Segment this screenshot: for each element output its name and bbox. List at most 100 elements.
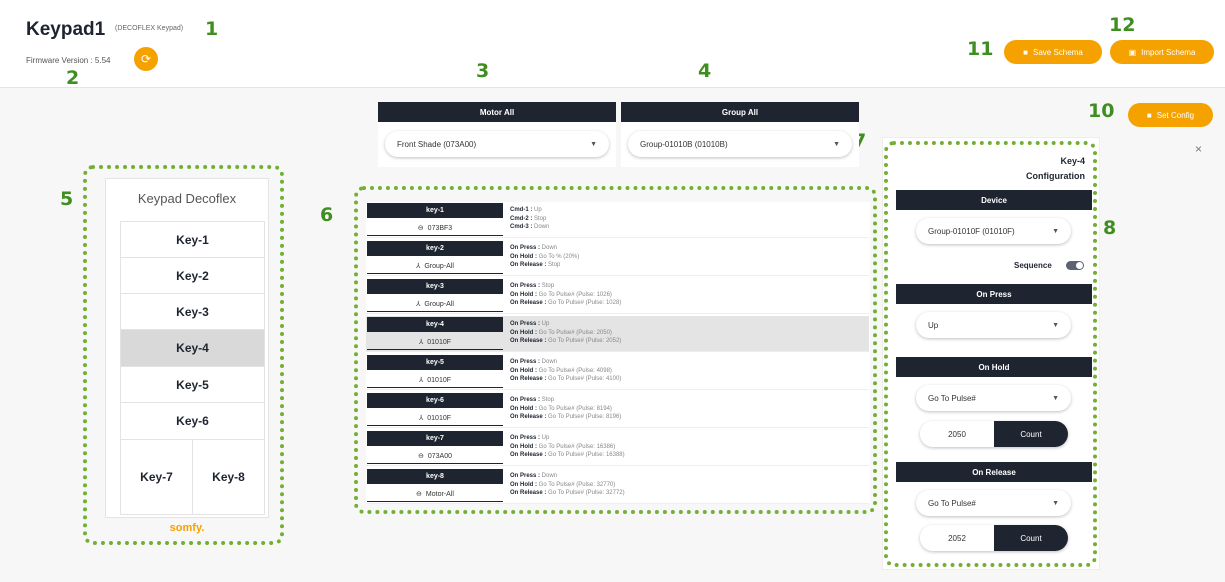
save-schema-button[interactable]: ■ Save Schema	[1004, 40, 1102, 64]
key-row[interactable]: key-5 ⅄ 01010F On Press : Down On Hold : Go …	[366, 354, 869, 390]
key-row[interactable]: key-8 ⊖ Motor-All On Press : Down On Hold : …	[366, 468, 869, 504]
keypad-key-7[interactable]: Key-7	[120, 439, 193, 515]
key-row[interactable]: key-7 ⊖ 073A00 On Press : Up On Hold : Go To…	[366, 430, 869, 466]
chevron-down-icon: ▼	[1052, 499, 1059, 507]
keypad-key-2[interactable]: Key-2	[120, 257, 265, 294]
key-row-line: On Press : Down	[510, 359, 558, 365]
on-hold-select[interactable]: Go To Pulse# ▼	[916, 385, 1071, 411]
key-row-target: ⅄ 01010F	[367, 373, 503, 388]
key-row[interactable]: key-3 ⅄ Group-All On Press : Stop On Hold : …	[366, 278, 869, 314]
key-row-line: On Press : Down	[510, 245, 558, 251]
device-select[interactable]: Group-01010F (01010F) ▼	[916, 218, 1071, 244]
key-row-details: On Press : Up On Hold : Go To Pulse# (Pul…	[510, 434, 625, 460]
on-release-count: 2052 Count	[920, 525, 1068, 551]
group-icon: ⅄	[418, 377, 424, 384]
key-row-details: On Press : Down On Hold : Go To % (20%) On…	[510, 244, 579, 270]
annotation-11: 11	[967, 38, 994, 60]
group-icon: ⅄	[418, 415, 424, 422]
on-release-count-input[interactable]: 2052	[920, 525, 994, 551]
refresh-icon: ⟳	[140, 52, 152, 66]
key-row-line: On Hold : Go To Pulse# (Pulse: 1026)	[510, 291, 612, 298]
key-row-target-label: 01010F	[427, 414, 452, 422]
annotation-10: 10	[1088, 100, 1115, 122]
key-row-details: On Press : Stop On Hold : Go To Pulse# (P…	[510, 282, 621, 308]
on-release-count-button[interactable]: Count	[994, 525, 1068, 551]
key-row-line: Cmd-2 : Stop	[510, 215, 547, 222]
keypad-title: Keypad Decoflex	[137, 191, 237, 206]
key-row-name: key-5	[367, 355, 503, 370]
key-row-line: On Release : Go To Pulse# (Pulse: 8196)	[510, 414, 622, 420]
key-row-line: On Hold : Go To Pulse# (Pulse: 4098)	[510, 367, 612, 374]
set-config-button[interactable]: ■ Set Config	[1128, 103, 1213, 127]
key-row-line: On Press : Stop	[510, 397, 555, 403]
refresh-button[interactable]: ⟳	[134, 47, 158, 71]
chevron-down-icon: ▼	[1052, 227, 1059, 235]
group-select[interactable]: Group-01010B (01010B) ▼	[628, 131, 852, 157]
config-subtitle: Configuration	[1026, 171, 1085, 181]
keypad-key-1[interactable]: Key-1	[120, 221, 265, 258]
key-row-target-label: Motor-All	[425, 490, 454, 498]
firmware-version: Firmware Version : 5.54	[26, 56, 111, 65]
group-icon: ⅄	[416, 301, 421, 308]
on-hold-header: On Hold	[896, 357, 1092, 377]
motor-icon: ⊖	[417, 453, 424, 460]
key-row-target: ⊖ 073BF3	[367, 221, 503, 236]
chevron-down-icon: ▼	[833, 140, 840, 148]
import-schema-button[interactable]: ▣ Import Schema	[1110, 40, 1214, 64]
on-press-select[interactable]: Up ▼	[916, 312, 1071, 338]
key-row-line: On Release : Go To Pulse# (Pulse: 4100)	[510, 376, 622, 382]
import-schema-label: Import Schema	[1141, 47, 1196, 57]
sequence-label: Sequence	[1014, 261, 1052, 270]
save-icon: ■	[1023, 47, 1029, 57]
keypad-key-5[interactable]: Key-5	[120, 366, 265, 403]
key-row-line: On Hold : Go To Pulse# (Pulse: 2050)	[510, 329, 612, 336]
key-row-details: On Press : Stop On Hold : Go To Pulse# (P…	[510, 396, 621, 422]
annotation-8: 8	[1103, 217, 1117, 239]
key-row-line: Cmd-3 : Down	[510, 224, 550, 230]
key-row-target-label: 01010F	[427, 376, 452, 384]
key-row[interactable]: key-2 ⅄ Group-All On Press : Down On Hold : …	[366, 240, 869, 276]
annotation-3: 3	[476, 60, 490, 82]
chevron-down-icon: ▼	[590, 140, 597, 148]
keypad-key-3[interactable]: Key-3	[120, 293, 265, 330]
on-hold-count: 2050 Count	[920, 421, 1068, 447]
key-row-target-label: Group-All	[424, 262, 454, 270]
key-row-name: key-2	[367, 241, 503, 256]
somfy-logo: somfy.	[169, 522, 205, 534]
annotation-1: 1	[205, 18, 219, 40]
motor-select[interactable]: Front Shade (073A00) ▼	[385, 131, 609, 157]
annotation-4: 4	[698, 60, 712, 82]
set-config-label: Set Config	[1156, 110, 1195, 120]
key-row-target-label: 01010F	[427, 338, 452, 346]
key-row[interactable]: key-1 ⊖ 073BF3 Cmd-1 : Up Cmd-2 : Stop Cmd-3 …	[366, 202, 869, 238]
key-row-details: On Press : Up On Hold : Go To Pulse# (Pul…	[510, 320, 621, 346]
on-hold-count-button[interactable]: Count	[994, 421, 1068, 447]
key-row-line: On Release : Go To Pulse# (Pulse: 16388)	[510, 452, 625, 458]
key-row[interactable]: key-6 ⅄ 01010F On Press : Stop On Hold : Go …	[366, 392, 869, 428]
save-schema-label: Save Schema	[1033, 47, 1083, 57]
keypad-key-6[interactable]: Key-6	[120, 402, 265, 440]
key-list: key-1 ⊖ 073BF3 Cmd-1 : Up Cmd-2 : Stop Cmd-3 …	[366, 202, 870, 504]
on-press-header: On Press	[896, 284, 1092, 304]
on-release-select[interactable]: Go To Pulse# ▼	[916, 490, 1071, 516]
chevron-down-icon: ▼	[1052, 394, 1059, 402]
key-row-line: On Press : Stop	[510, 283, 555, 289]
key-row-target: ⅄ Group-All	[367, 259, 503, 274]
key-row-target: ⊖ Motor-All	[367, 487, 503, 502]
keypad-key-4[interactable]: Key-4	[120, 329, 265, 367]
group-icon: ⅄	[418, 339, 424, 346]
device-header: Device	[896, 190, 1092, 210]
sequence-toggle[interactable]	[1066, 261, 1084, 270]
on-hold-count-input[interactable]: 2050	[920, 421, 994, 447]
annotation-12: 12	[1109, 14, 1136, 36]
key-row-name: key-6	[367, 393, 503, 408]
close-icon[interactable]: ×	[1195, 142, 1202, 156]
motor-all-header: Motor All	[378, 102, 616, 122]
key-row-line: On Hold : Go To Pulse# (Pulse: 16386)	[510, 443, 616, 450]
keypad-panel: Keypad Decoflex Key-1 Key-2 Key-3 Key-4 …	[105, 178, 269, 534]
key-row[interactable]: key-4 ⅄ 01010F On Press : Up On Hold : Go To…	[366, 316, 869, 352]
key-row-name: key-7	[367, 431, 503, 446]
key-row-name: key-8	[367, 469, 503, 484]
group-select-value: Group-01010B (01010B)	[640, 139, 728, 149]
keypad-key-8[interactable]: Key-8	[192, 439, 265, 515]
